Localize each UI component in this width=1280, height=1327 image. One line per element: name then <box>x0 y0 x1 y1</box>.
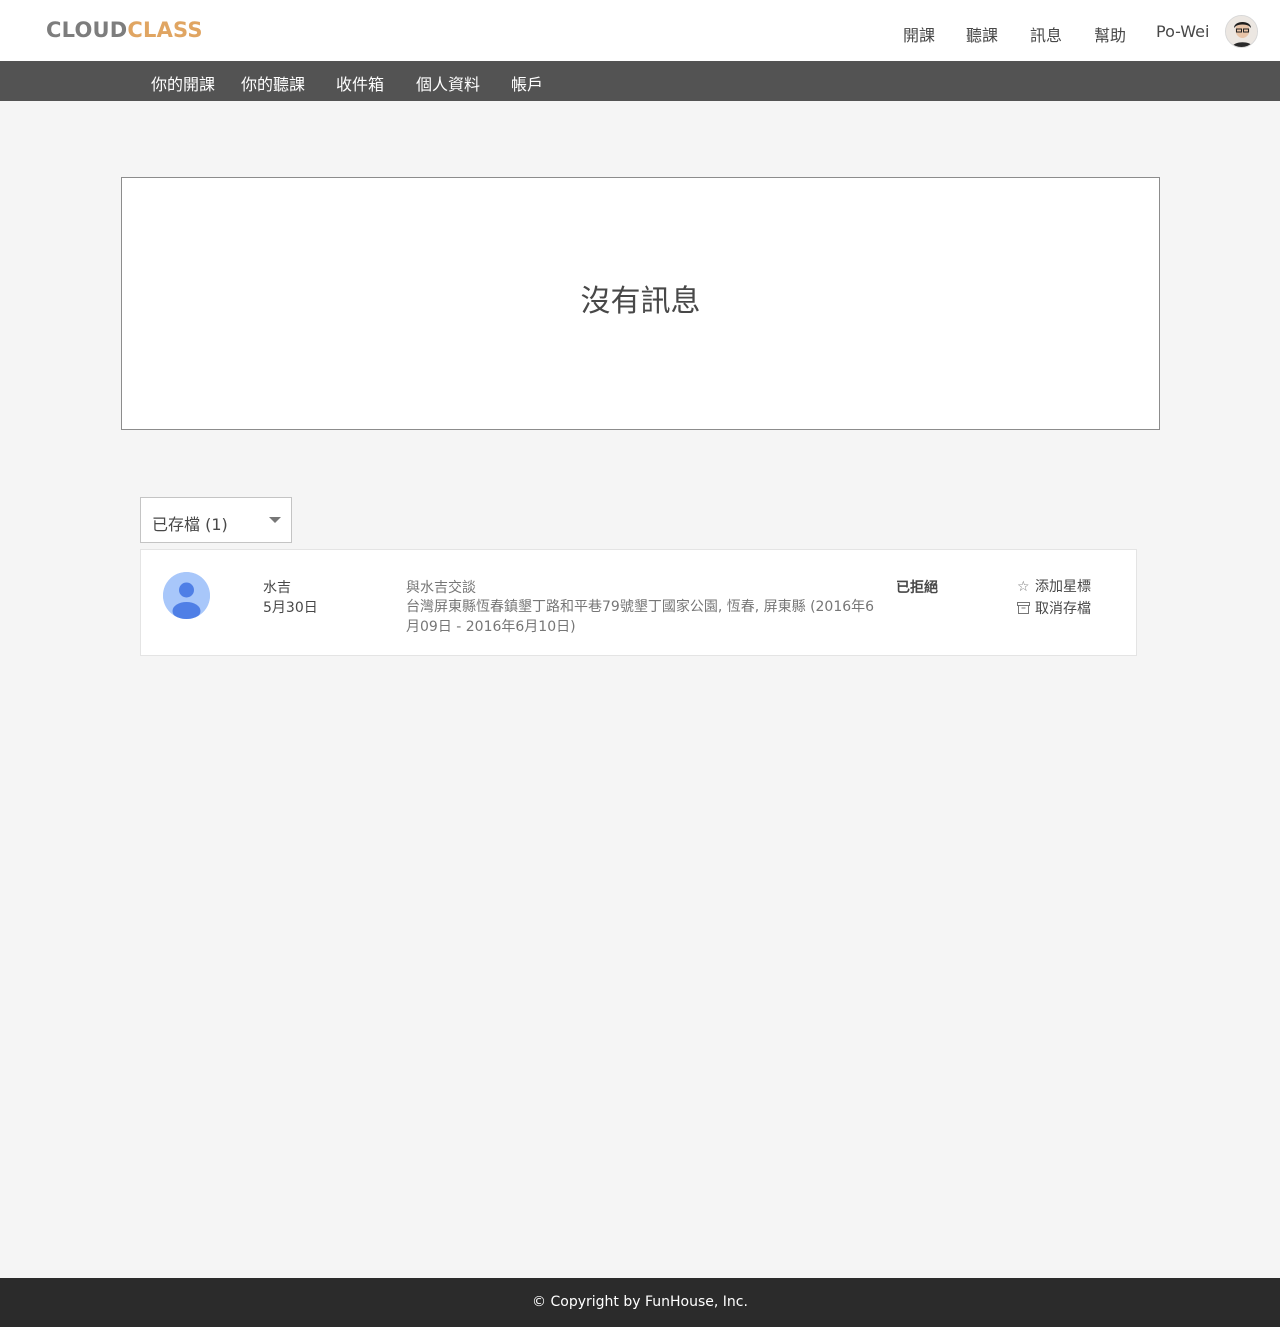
caret-down-icon <box>269 517 281 523</box>
empty-messages-text: 沒有訊息 <box>580 284 701 319</box>
archive-icon <box>1017 601 1031 617</box>
user-name[interactable]: Po-Wei <box>1156 22 1209 41</box>
brand-logo[interactable]: CLOUDCLASS <box>46 18 203 42</box>
add-star-label: 添加星標 <box>1035 579 1091 595</box>
subnav-your-learning[interactable]: 你的聽課 <box>241 71 305 95</box>
thread-date: 5月30日 <box>263 600 318 616</box>
subnav-account[interactable]: 帳戶 <box>511 71 543 95</box>
page-footer: © Copyright by FunHouse, Inc. <box>0 1278 1280 1327</box>
subnav-profile[interactable]: 個人資料 <box>416 71 480 95</box>
subnav-your-hosting[interactable]: 你的開課 <box>151 71 215 95</box>
star-outline-icon: ☆ <box>1017 579 1030 595</box>
add-star-button[interactable]: ☆ 添加星標 <box>1017 576 1091 596</box>
nav-help-link[interactable]: 幫助 <box>1094 22 1126 46</box>
thread-listing-detail: 台灣屏東縣恆春鎮墾丁路和平巷79號墾丁國家公園, 恆春, 屏東縣 (2016年6… <box>406 599 875 635</box>
thread-subject[interactable]: 與水吉交談 <box>406 577 476 597</box>
thread-guest-name: 水吉 <box>263 580 291 596</box>
sub-navigation: 你的開課 你的聽課 收件箱 個人資料 帳戶 <box>0 61 1280 101</box>
user-avatar-image <box>1226 16 1257 47</box>
nav-messages-link[interactable]: 訊息 <box>1030 22 1062 46</box>
unarchive-button[interactable]: 取消存檔 <box>1017 598 1091 618</box>
message-filter-select[interactable]: 已存檔 (1) <box>140 497 292 543</box>
guest-avatar <box>163 572 210 619</box>
empty-messages-panel: 沒有訊息 <box>121 177 1160 430</box>
top-header: CLOUDCLASS 開課 聽課 訊息 幫助 Po-Wei <box>0 0 1280 61</box>
nav-learn-link[interactable]: 聽課 <box>966 22 998 46</box>
brand-logo-part1: CLOUD <box>46 18 128 42</box>
footer-copyright: © Copyright by FunHouse, Inc. <box>532 1294 748 1310</box>
message-filter-value: 已存檔 (1) <box>152 515 228 534</box>
nav-host-link[interactable]: 開課 <box>903 22 935 46</box>
unarchive-label: 取消存檔 <box>1035 601 1091 617</box>
user-avatar[interactable] <box>1225 15 1258 48</box>
message-thread-row[interactable]: 水吉 5月30日 與水吉交談 台灣屏東縣恆春鎮墾丁路和平巷79號墾丁國家公園, … <box>140 549 1137 656</box>
brand-logo-part2: CLASS <box>127 18 203 42</box>
thread-status-badge: 已拒絕 <box>896 580 938 596</box>
subnav-inbox[interactable]: 收件箱 <box>336 71 384 95</box>
default-user-icon <box>163 572 210 619</box>
